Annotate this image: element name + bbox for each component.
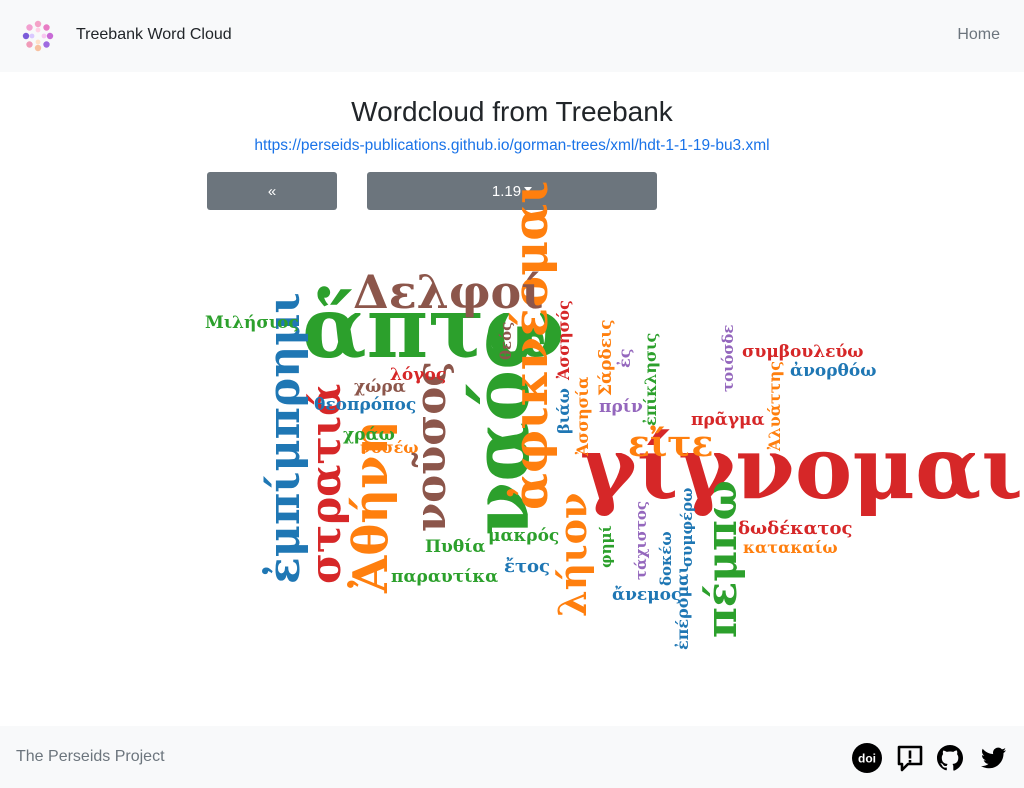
cloud-word[interactable]: τάχιστος xyxy=(632,501,650,580)
doi-icon[interactable]: doi xyxy=(851,742,883,774)
twitter-icon[interactable] xyxy=(977,742,1009,774)
logo-icon[interactable] xyxy=(20,18,56,54)
cloud-word[interactable]: παραυτίκα xyxy=(391,567,498,587)
cloud-word[interactable]: Ἀσσησία xyxy=(573,377,592,458)
cloud-word[interactable]: κατακαίω xyxy=(743,538,838,557)
cloud-word[interactable]: μακρός xyxy=(488,526,559,546)
cloud-word[interactable]: Δελφοί xyxy=(353,265,543,319)
cloud-word[interactable]: χώρα xyxy=(354,377,406,397)
cloud-word[interactable]: ἀνορθόω xyxy=(790,361,876,381)
cloud-word[interactable]: ἐπέρομαι xyxy=(673,566,692,651)
cloud-word[interactable]: ἄνεμος xyxy=(612,585,681,605)
cloud-word[interactable]: Σάρδεις xyxy=(596,319,616,396)
cloud-word[interactable]: θεός xyxy=(497,322,515,360)
cloud-word[interactable]: ἐμπίμπρημι xyxy=(259,292,310,584)
cloud-word[interactable]: τοιόσδε xyxy=(719,324,737,392)
cloud-word[interactable]: θεοπρόπος xyxy=(314,395,416,415)
cloud-word[interactable]: δωδέκατος xyxy=(738,518,853,539)
page-title: Wordcloud from Treebank xyxy=(351,96,673,127)
cloud-word[interactable]: συμβουλεύω xyxy=(742,342,863,362)
cloud-word[interactable]: λήιον xyxy=(550,493,595,617)
navbar-brand[interactable]: Treebank Word Cloud xyxy=(76,26,232,44)
cloud-word[interactable]: συμφέρω xyxy=(678,488,696,567)
cloud-word[interactable]: βιάω xyxy=(554,388,573,434)
cloud-word[interactable]: πέμπω xyxy=(697,480,746,638)
navbar: Treebank Word Cloud Home xyxy=(0,0,1024,72)
github-icon[interactable] xyxy=(934,742,966,774)
source-url-link[interactable]: https://perseids-publications.github.io/… xyxy=(0,137,1024,155)
previous-section-label: « xyxy=(267,182,277,200)
cloud-word[interactable]: Μιλήσιος xyxy=(205,313,299,333)
cloud-word[interactable]: Ἀσσησός xyxy=(554,300,573,381)
cloud-word[interactable]: φημί xyxy=(597,525,615,568)
cloud-word[interactable]: Ἀλυάττης xyxy=(765,361,784,452)
cloud-word[interactable]: ἐς xyxy=(615,349,634,368)
report-issue-icon[interactable] xyxy=(894,742,926,774)
svg-text:doi: doi xyxy=(858,752,876,766)
footer-credit: The Perseids Project xyxy=(16,748,165,765)
nav-home-link[interactable]: Home xyxy=(957,26,1000,44)
cloud-word[interactable]: πρᾶγμα xyxy=(691,410,765,430)
cloud-word[interactable]: πρίν xyxy=(599,397,643,417)
cloud-word[interactable]: ἔτος xyxy=(504,556,550,577)
previous-section-button[interactable]: « xyxy=(207,172,337,210)
cloud-word[interactable]: νοσέω xyxy=(360,438,419,457)
footer: The Perseids Project doi xyxy=(0,726,1024,788)
cloud-word[interactable]: Πυθία xyxy=(425,537,486,557)
cloud-word[interactable]: ἐπίκλησις xyxy=(641,333,660,426)
